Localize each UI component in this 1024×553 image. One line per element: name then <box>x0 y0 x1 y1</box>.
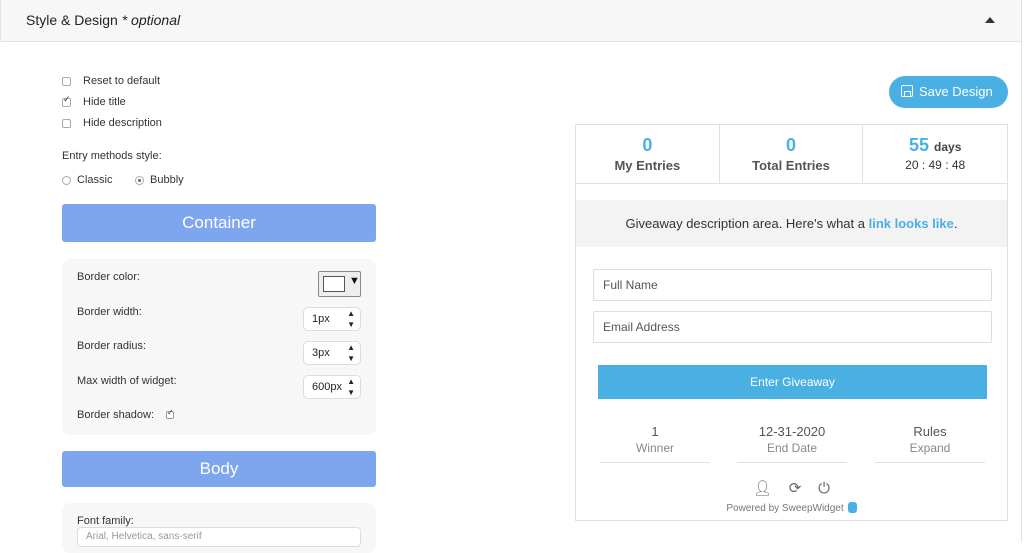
border-radius-label: Border radius: <box>77 340 147 352</box>
entry-methods-label: Entry methods style: <box>62 150 162 162</box>
collapse-caret-icon[interactable] <box>985 17 995 23</box>
divider <box>600 462 710 463</box>
hide-description-label: Hide description <box>83 117 162 129</box>
select-arrows-icon: ▲ ▼ <box>347 309 355 329</box>
divider <box>875 462 985 463</box>
save-design-button[interactable]: Save Design <box>889 76 1008 108</box>
border-shadow-checkbox[interactable] <box>166 408 174 419</box>
select-arrows-icon: ▲ ▼ <box>347 377 355 397</box>
classic-radio[interactable] <box>62 176 71 185</box>
user-icon[interactable]: 👤︎ <box>753 479 772 497</box>
full-name-input[interactable]: Full Name <box>593 269 992 301</box>
body-settings-panel: Font family: Arial, Helvetica, sans-seri… <box>62 503 376 553</box>
my-entries-count: 0 <box>642 135 653 155</box>
giveaway-widget-preview: 0 My Entries 0 Total Entries 55 days 20 … <box>575 124 1008 521</box>
bubbly-label: Bubbly <box>150 174 184 186</box>
max-width-select[interactable]: 600px ▲ ▼ <box>303 375 361 399</box>
sweepwidget-logo-icon <box>847 502 857 513</box>
border-width-select[interactable]: 1px ▲ ▼ <box>303 307 361 331</box>
rules-info[interactable]: Rules Expand <box>875 424 985 463</box>
body-section-button[interactable]: Body <box>62 451 376 487</box>
max-width-value: 600px <box>312 381 342 393</box>
stats-bar: 0 My Entries 0 Total Entries 55 days 20 … <box>576 125 1007 184</box>
my-entries-stat: 0 My Entries <box>576 125 720 183</box>
floppy-disk-icon <box>901 85 913 97</box>
color-swatch <box>323 276 345 292</box>
rules-expand[interactable]: Expand <box>875 441 985 455</box>
description-text: Giveaway description area. Here's what a <box>625 216 865 231</box>
total-entries-stat: 0 Total Entries <box>720 125 864 183</box>
select-arrows-icon: ▲ ▼ <box>347 343 355 363</box>
reset-checkbox[interactable] <box>62 77 71 86</box>
max-width-label: Max width of widget: <box>77 375 177 387</box>
optional-tag: * optional <box>121 12 181 28</box>
container-section-button[interactable]: Container <box>62 204 376 242</box>
end-date-value: 12-31-2020 <box>758 424 826 439</box>
bubbly-radio[interactable] <box>135 176 144 185</box>
total-entries-label: Total Entries <box>752 158 830 173</box>
hide-title-checkbox[interactable] <box>62 95 71 107</box>
powered-by-text: Powered by SweepWidget <box>726 503 844 514</box>
hide-title-label: Hide title <box>83 96 126 108</box>
classic-label: Classic <box>77 174 113 186</box>
section-title-text: Style & Design <box>26 12 118 28</box>
power-icon[interactable]: ⏻ <box>818 479 830 497</box>
countdown-stat: 55 days 20 : 49 : 48 <box>863 125 1007 183</box>
border-color-label: Border color: <box>77 271 140 283</box>
enter-giveaway-button[interactable]: Enter Giveaway <box>598 365 987 399</box>
save-design-label: Save Design <box>919 84 993 99</box>
reset-label: Reset to default <box>83 75 161 87</box>
rules-value: Rules <box>913 424 947 439</box>
powered-by: Powered by SweepWidget <box>576 502 1007 514</box>
font-family-select[interactable]: Arial, Helvetica, sans-serif <box>77 527 361 547</box>
divider <box>1021 42 1022 542</box>
winners-label: Winner <box>635 441 674 455</box>
end-date-label: End Date <box>766 441 818 455</box>
divider <box>737 462 847 463</box>
description-link[interactable]: link looks like <box>869 216 954 231</box>
style-design-header[interactable]: Style & Design * optional <box>0 0 1022 42</box>
border-radius-select[interactable]: 3px ▲ ▼ <box>303 341 361 365</box>
refresh-icon[interactable]: ⟳ <box>789 479 802 497</box>
dropdown-arrow-icon: ▼ <box>349 275 360 287</box>
countdown-timer: 20 : 49 : 48 <box>905 158 966 172</box>
section-title: Style & Design * optional <box>26 12 180 28</box>
email-input[interactable]: Email Address <box>593 311 992 343</box>
border-radius-value: 3px <box>312 347 330 359</box>
days-label: days <box>934 140 962 154</box>
border-color-picker[interactable]: ▼ <box>318 271 361 297</box>
end-date-info: 12-31-2020 End Date <box>737 424 847 463</box>
winners-info: 1 Winner <box>600 424 710 463</box>
days-count-row: 55 days <box>863 135 1007 156</box>
font-family-label: Font family: <box>77 515 134 527</box>
footer-icons: 👤︎ ⟳ ⏻ <box>576 479 1007 497</box>
border-width-label: Border width: <box>77 306 142 318</box>
days-count: 55 <box>908 135 929 155</box>
border-width-value: 1px <box>312 313 330 325</box>
description-area: Giveaway description area. Here's what a… <box>576 200 1007 247</box>
border-shadow-label: Border shadow: <box>77 409 155 421</box>
description-end: . <box>953 216 958 231</box>
my-entries-label: My Entries <box>614 158 681 173</box>
hide-description-checkbox[interactable] <box>62 119 71 128</box>
container-settings-panel: Border color: ▼ Border width: 1px ▲ ▼ Bor… <box>62 259 376 435</box>
winners-value: 1 <box>651 424 659 439</box>
total-entries-count: 0 <box>786 135 797 155</box>
